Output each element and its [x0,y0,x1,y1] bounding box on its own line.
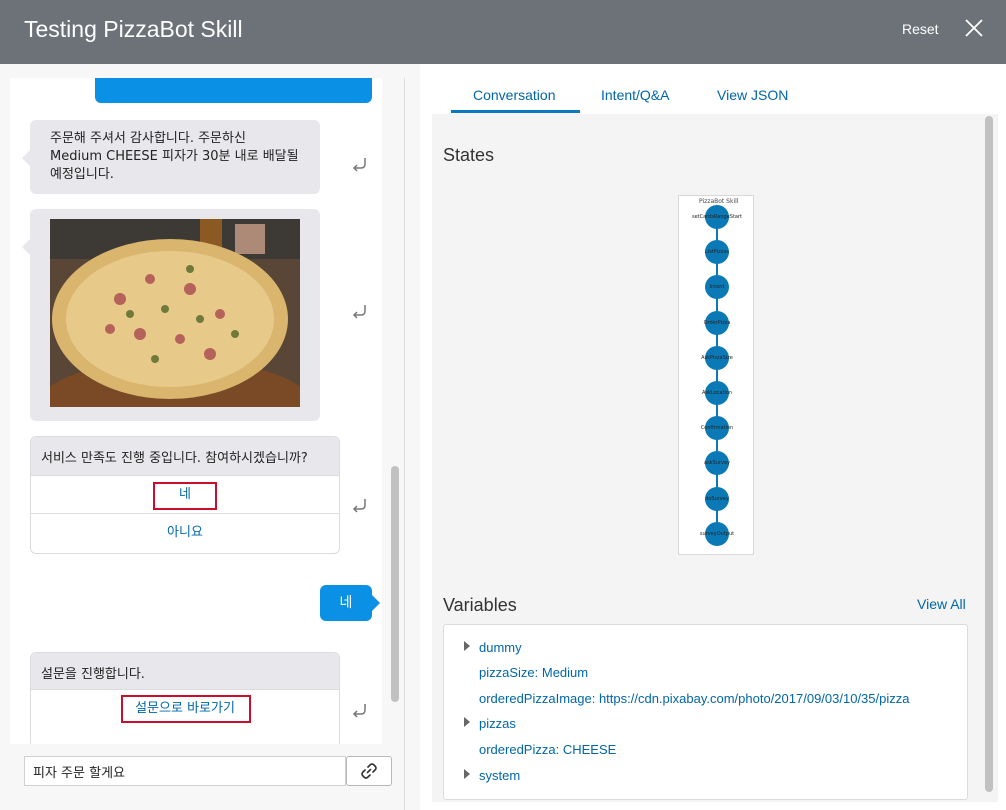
highlight-box [153,482,217,510]
tab-view-json[interactable]: View JSON [717,87,788,103]
expand-caret-icon[interactable] [464,641,470,651]
bot-message-order-confirm: 주문해 주셔서 감사합니다. 주문하신 Medium CHEESE 피자가 30… [22,120,320,194]
states-heading: States [443,145,495,165]
state-node-label: Confirmation [700,425,734,432]
variables-list: dummy pizzaSize: Medium orderedPizzaImag… [443,624,968,800]
dialog-header: Testing PizzaBot Skill Reset [0,0,1006,64]
state-node-label: askSurvey [704,460,730,467]
state-node-label: AskPizzaSize [701,354,733,361]
previous-user-message [95,78,372,103]
user-message: 네 [320,585,380,621]
state-node-label: AskLocation [701,390,733,396]
panel-divider [404,78,405,810]
variable-item-pizzasize: pizzaSize: Medium [479,665,589,680]
reply-icon[interactable] [350,154,370,174]
variable-item-orderedpizzaimage: orderedPizzaImage: https://cdn.pixabay.c… [479,691,910,706]
diagram-title: PizzaBot Skill [699,198,739,205]
state-node-label: Intent [709,284,725,291]
variable-item-orderedpizza: orderedPizza: CHEESE [479,742,617,757]
highlight-box [121,695,251,723]
state-node-label: OrderPizza [703,319,731,326]
reply-icon[interactable] [350,301,370,321]
survey-prompt-card: 서비스 만족도 진행 중입니다. 참여하시겠습니까? 네 아니요 [30,436,340,554]
bot-message-image [22,209,320,421]
link-icon [361,763,377,779]
survey-yes-button[interactable]: 네 [31,475,339,513]
pizza-image [50,219,300,407]
chat-panel: 주문해 주셔서 감사합니다. 주문하신 Medium CHEESE 피자가 30… [0,64,420,810]
expand-caret-icon[interactable] [464,717,470,727]
details-scrollbar[interactable] [984,116,994,794]
variable-item-system[interactable]: system [479,768,520,783]
variable-item-pizzas[interactable]: pizzas [479,716,516,731]
variables-heading: Variables [443,595,517,615]
conversation-details: States PizzaBot Skill setCardsRangeStart… [432,114,998,802]
chat-scrollbar[interactable] [391,78,399,798]
expand-caret-icon[interactable] [464,769,470,779]
reply-icon[interactable] [350,700,370,720]
close-icon[interactable] [962,16,986,40]
tab-conversation[interactable]: Conversation [473,87,556,103]
tab-bar: Conversation Intent/Q&A View JSON [432,77,992,113]
attach-link-button[interactable] [346,756,392,786]
active-tab-indicator [451,110,580,113]
state-node-label: doSurvey [705,495,729,502]
state-node-label: setCardsRangeStart [691,214,742,220]
survey-no-button[interactable]: 아니요 [31,513,339,551]
survey-link-button[interactable]: 설문으로 바로가기 [31,689,339,727]
card-text: 설문을 진행합니다. [31,653,339,689]
bot-message-text: 주문해 주셔서 감사합니다. 주문하신 Medium CHEESE 피자가 30… [50,131,299,182]
card-text: 서비스 만족도 진행 중입니다. 참여하시겠습니까? [31,437,339,475]
state-node-label: surveyOutput [699,530,735,537]
chat-transcript[interactable]: 주문해 주셔서 감사합니다. 주문하신 Medium CHEESE 피자가 30… [10,78,382,744]
reset-button[interactable]: Reset [902,21,939,37]
tab-intent-qa[interactable]: Intent/Q&A [601,87,669,103]
variable-item-dummy[interactable]: dummy [479,640,522,655]
view-all-link[interactable]: View All [917,596,966,612]
reply-icon[interactable] [350,495,370,515]
chat-message-input[interactable] [24,756,346,786]
survey-start-card: 설문을 진행합니다. 설문으로 바로가기 [30,652,340,744]
dialog-title: Testing PizzaBot Skill [24,16,243,42]
state-flow-diagram[interactable]: PizzaBot Skill setCardsRangeStart ListPiz… [678,195,754,555]
state-node-label: ListPizzas [705,249,729,256]
